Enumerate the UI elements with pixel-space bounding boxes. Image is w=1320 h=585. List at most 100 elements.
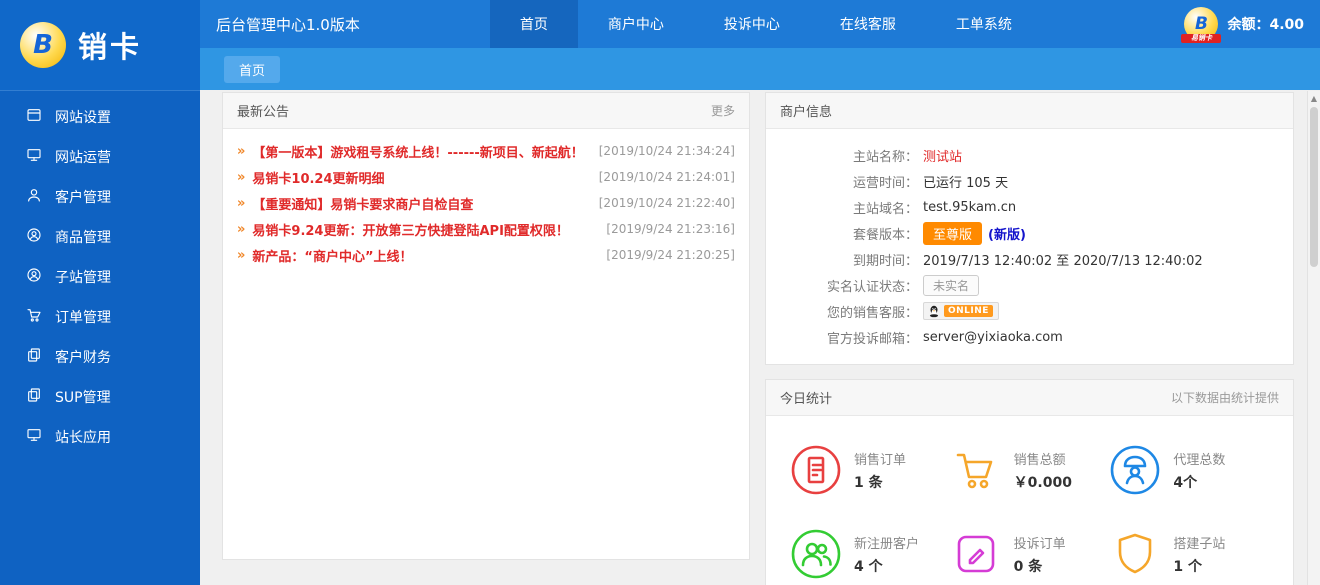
topbar: 后台管理中心1.0版本 首页 商户中心 投诉中心 在线客服 工单系统 B 易销卡… (200, 0, 1320, 48)
double-arrow-icon: » (237, 248, 245, 263)
stat-label: 投诉订单 (1014, 533, 1066, 552)
stat-subsites-built: 搭建子站1 个 (1109, 528, 1269, 580)
top-navigation: 首页 商户中心 投诉中心 在线客服 工单系统 (490, 0, 1042, 48)
sidebar-item-site-operations[interactable]: 网站运营 (0, 137, 200, 177)
shield-icon (1109, 528, 1161, 580)
today-stats-panel: 今日统计 以下数据由统计提供 销售订单1 条 (765, 379, 1294, 585)
monitor-icon (26, 427, 42, 447)
qq-contact-badge[interactable]: ONLINE (923, 302, 999, 320)
merchant-info-header: 商户信息 (766, 93, 1293, 129)
cart-icon (26, 307, 42, 327)
scroll-up-arrow-icon[interactable]: ▲ (1308, 91, 1320, 103)
stat-sales-orders: 销售订单1 条 (790, 444, 950, 496)
sidebar-item-customer-finance[interactable]: 客户财务 (0, 337, 200, 377)
announcement-date: [2019/10/24 21:24:01] (599, 170, 735, 184)
sidebar-item-order-management[interactable]: 订单管理 (0, 297, 200, 337)
topnav-item-home[interactable]: 首页 (490, 0, 578, 48)
documents-icon (26, 347, 42, 367)
sidebar-item-label: SUP管理 (55, 387, 111, 407)
merchant-row-realname: 实名认证状态： 未实名 (766, 272, 1293, 298)
brand-badge-banner: 易销卡 (1181, 34, 1221, 43)
stats-grid: 销售订单1 条 销售总额￥0.000 代理总数4个 (766, 416, 1293, 585)
online-status-label: ONLINE (944, 305, 993, 317)
topbar-right: B 易销卡 余额：4.00 (1184, 7, 1304, 41)
sidebar-item-customer-management[interactable]: 客户管理 (0, 177, 200, 217)
field-label: 实名认证状态： (766, 276, 918, 295)
merchant-row-site-name: 主站名称： 测试站 (766, 142, 1293, 168)
subsite-icon (26, 267, 42, 287)
field-label: 官方投诉邮箱： (766, 328, 918, 347)
stat-label: 搭建子站 (1173, 533, 1225, 552)
breadcrumb-home-tab[interactable]: 首页 (224, 56, 280, 83)
announcement-row[interactable]: » 易销卡10.24更新明细 [2019/10/24 21:24:01] (237, 164, 735, 190)
announcement-link[interactable]: 易销卡10.24更新明细 (252, 168, 384, 187)
sidebar-menu: 网站设置 网站运营 客户管理 商品管理 子站管理 订单管理 (0, 91, 200, 457)
stat-value: ￥0.000 (1014, 472, 1072, 492)
stat-label: 新注册客户 (854, 533, 919, 552)
agent-circle-icon (1109, 444, 1161, 496)
plan-new-version-link[interactable]: (新版) (988, 224, 1026, 243)
realname-status-badge: 未实名 (923, 275, 979, 296)
announcement-link[interactable]: 【第一版本】游戏租号系统上线！------新项目、新起航！ (252, 142, 583, 161)
announcement-row[interactable]: » 【第一版本】游戏租号系统上线！------新项目、新起航！ [2019/10… (237, 138, 735, 164)
vertical-scrollbar[interactable]: ▲ (1307, 91, 1320, 585)
stat-value: 0 条 (1014, 556, 1066, 576)
brand-badge-icon[interactable]: B 易销卡 (1184, 7, 1218, 41)
merchant-info-body: 主站名称： 测试站 运营时间： 已运行 105 天 主站域名： test.95k… (766, 129, 1293, 364)
announcement-date: [2019/9/24 21:20:25] (606, 248, 735, 262)
announcement-row[interactable]: » 新产品：“商户中心”上线！ [2019/9/24 21:20:25] (237, 242, 735, 268)
scrollbar-thumb[interactable] (1310, 107, 1318, 267)
announcements-title: 最新公告 (237, 101, 289, 120)
sidebar-item-label: 站长应用 (55, 427, 111, 447)
merchant-row-runtime: 运营时间： 已运行 105 天 (766, 168, 1293, 194)
topnav-item-online-service[interactable]: 在线客服 (810, 0, 926, 48)
expiry-value: 2019/7/13 12:40:02 至 2020/7/13 12:40:02 (923, 250, 1203, 269)
sidebar-item-label: 客户管理 (55, 187, 111, 207)
sidebar-item-label: 网站设置 (55, 107, 111, 127)
announcement-link[interactable]: 易销卡9.24更新：开放第三方快捷登陆API配置权限！ (252, 220, 569, 239)
monitor-icon (26, 147, 42, 167)
today-stats-header: 今日统计 以下数据由统计提供 (766, 380, 1293, 416)
topnav-item-merchant-center[interactable]: 商户中心 (578, 0, 694, 48)
sidebar-item-subsite-management[interactable]: 子站管理 (0, 257, 200, 297)
brand-logo-icon: B (20, 22, 66, 68)
announcement-row[interactable]: » 【重要通知】易销卡要求商户自检自查 [2019/10/24 21:22:40… (237, 190, 735, 216)
plan-badge[interactable]: 至尊版 (923, 222, 982, 245)
sidebar-item-label: 客户财务 (55, 347, 111, 367)
site-name-value: 测试站 (923, 146, 962, 165)
sidebar-item-label: 网站运营 (55, 147, 111, 167)
announcement-date: [2019/10/24 21:34:24] (599, 144, 735, 158)
announcements-panel: 最新公告 更多 » 【第一版本】游戏租号系统上线！------新项目、新起航！ … (222, 92, 750, 560)
brand-name: 销卡 (78, 24, 142, 66)
people-circle-icon (790, 528, 842, 580)
merchant-row-service: 您的销售客服： ONLINE (766, 298, 1293, 324)
sidebar-item-label: 商品管理 (55, 227, 111, 247)
double-arrow-icon: » (237, 144, 245, 159)
announcement-link[interactable]: 【重要通知】易销卡要求商户自检自查 (252, 194, 473, 213)
more-link[interactable]: 更多 (711, 102, 735, 119)
field-label: 主站域名： (766, 198, 918, 217)
sidebar-item-sup-management[interactable]: SUP管理 (0, 377, 200, 417)
field-label: 套餐版本： (766, 224, 918, 243)
user-icon (26, 187, 42, 207)
field-label: 到期时间： (766, 250, 918, 269)
double-arrow-icon: » (237, 222, 245, 237)
stat-sales-total: 销售总额￥0.000 (950, 444, 1110, 496)
field-label: 运营时间： (766, 172, 918, 191)
qq-penguin-icon (927, 304, 941, 318)
announcement-row[interactable]: » 易销卡9.24更新：开放第三方快捷登陆API配置权限！ [2019/9/24… (237, 216, 735, 242)
announcement-link[interactable]: 新产品：“商户中心”上线！ (252, 246, 412, 265)
topnav-item-complaint-center[interactable]: 投诉中心 (694, 0, 810, 48)
app-logo[interactable]: B 销卡 (0, 0, 200, 91)
merchant-row-expiry: 到期时间： 2019/7/13 12:40:02 至 2020/7/13 12:… (766, 246, 1293, 272)
stat-label: 代理总数 (1173, 449, 1225, 468)
domain-value: test.95kam.cn (923, 200, 1016, 215)
sidebar-item-product-management[interactable]: 商品管理 (0, 217, 200, 257)
sidebar-item-site-settings[interactable]: 网站设置 (0, 97, 200, 137)
stat-label: 销售订单 (854, 449, 906, 468)
announcements-list: » 【第一版本】游戏租号系统上线！------新项目、新起航！ [2019/10… (223, 129, 749, 277)
sidebar-item-webmaster-apps[interactable]: 站长应用 (0, 417, 200, 457)
topnav-item-ticket-system[interactable]: 工单系统 (926, 0, 1042, 48)
main-area: 后台管理中心1.0版本 首页 商户中心 投诉中心 在线客服 工单系统 B 易销卡… (200, 0, 1320, 585)
runtime-value: 已运行 105 天 (923, 172, 1008, 191)
